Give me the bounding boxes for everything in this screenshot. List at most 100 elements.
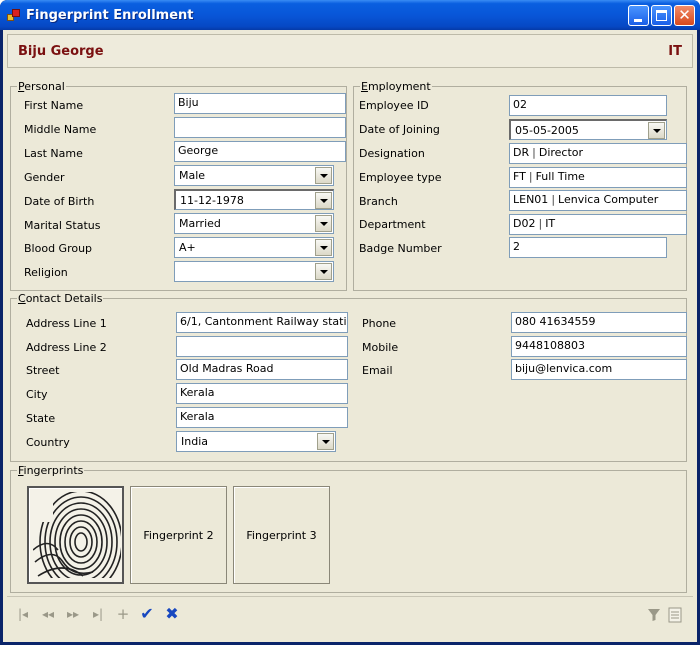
chevron-down-icon[interactable] xyxy=(315,215,332,232)
street-field[interactable]: Old Madras Road xyxy=(176,359,348,380)
contact-legend: Contact Details xyxy=(17,292,104,305)
employment-legend: Employment xyxy=(360,80,432,93)
date-of-joining-value: 05-05-2005 xyxy=(515,124,579,137)
state-label: State xyxy=(26,412,56,425)
mobile-field[interactable]: 9448108803 xyxy=(511,336,687,357)
cancel-record-button[interactable]: ✖ xyxy=(162,605,182,623)
middle-name-field[interactable] xyxy=(174,117,346,138)
country-value: India xyxy=(181,435,208,448)
app-icon xyxy=(7,9,21,22)
badge-number-field[interactable]: 2 xyxy=(509,237,667,258)
employment-group: Employment xyxy=(353,80,687,291)
department-name: IT xyxy=(545,217,556,230)
chevron-down-icon[interactable] xyxy=(315,167,332,184)
branch-code: LEN01 xyxy=(513,193,549,206)
document-icon[interactable] xyxy=(668,607,682,623)
employee-type-label: Employee type xyxy=(359,171,442,184)
fingerprints-group: Fingerprints Fingerprint 2 Fingerprint 3 xyxy=(10,464,687,593)
department-field[interactable]: D02 | IT xyxy=(509,214,687,235)
address-line-2-field[interactable] xyxy=(176,336,348,357)
chevron-down-icon[interactable] xyxy=(317,433,334,450)
maximize-icon xyxy=(656,10,667,21)
chevron-down-icon[interactable] xyxy=(315,192,332,209)
religion-label: Religion xyxy=(24,266,68,279)
email-field[interactable]: biju@lenvica.com xyxy=(511,359,687,380)
close-icon: ✕ xyxy=(678,6,691,24)
first-name-field[interactable]: Biju xyxy=(174,93,346,114)
employee-header: Biju George IT xyxy=(7,34,693,68)
date-of-birth-label: Date of Birth xyxy=(24,195,95,208)
phone-label: Phone xyxy=(362,317,397,330)
insert-record-button[interactable]: + xyxy=(113,605,133,623)
designation-name: Director xyxy=(538,146,584,159)
fingerprint-image xyxy=(33,492,121,578)
filter-icon[interactable] xyxy=(647,608,661,622)
minimize-icon xyxy=(634,19,642,22)
street-label: Street xyxy=(26,364,60,377)
employee-type-code: FT xyxy=(513,170,526,183)
country-label: Country xyxy=(26,436,70,449)
date-of-joining-label: Date of Joining xyxy=(359,123,440,136)
minimize-button[interactable] xyxy=(628,5,649,26)
app-window: Fingerprint Enrollment ✕ Biju George IT … xyxy=(0,0,700,645)
date-of-birth-picker[interactable]: 11-12-1978 xyxy=(174,189,334,210)
blood-group-select[interactable]: A+ xyxy=(174,237,334,258)
city-field[interactable]: Kerala xyxy=(176,383,348,404)
mobile-label: Mobile xyxy=(362,341,399,354)
fingerprint-2-label: Fingerprint 2 xyxy=(143,529,214,542)
badge-number-label: Badge Number xyxy=(359,242,442,255)
gender-label: Gender xyxy=(24,171,65,184)
fingerprints-legend: Fingerprints xyxy=(17,464,85,477)
maximize-button[interactable] xyxy=(651,5,672,26)
blood-group-value: A+ xyxy=(179,241,196,254)
last-name-field[interactable]: George xyxy=(174,141,346,162)
marital-status-select[interactable]: Married xyxy=(174,213,334,234)
employee-department-code: IT xyxy=(668,44,682,59)
address-line-1-field[interactable]: 6/1, Cantonment Railway station Roa xyxy=(176,312,348,333)
gender-value: Male xyxy=(179,169,206,182)
email-label: Email xyxy=(362,364,393,377)
department-label: Department xyxy=(359,218,426,231)
employee-name: Biju George xyxy=(18,44,104,59)
first-record-button[interactable]: |◂ xyxy=(13,605,33,623)
gender-select[interactable]: Male xyxy=(174,165,334,186)
designation-label: Designation xyxy=(359,147,425,160)
country-select[interactable]: India xyxy=(176,431,336,452)
branch-field[interactable]: LEN01 | Lenvica Computer xyxy=(509,190,687,211)
first-name-label: First Name xyxy=(24,99,84,112)
prior-record-button[interactable]: ◂◂ xyxy=(38,605,58,623)
middle-name-label: Middle Name xyxy=(24,123,97,136)
last-record-button[interactable]: ▸| xyxy=(88,605,108,623)
personal-legend: Personal xyxy=(17,80,66,93)
blood-group-label: Blood Group xyxy=(24,242,93,255)
window-title: Fingerprint Enrollment xyxy=(26,8,194,23)
chevron-down-icon[interactable] xyxy=(315,263,332,280)
marital-status-label: Marital Status xyxy=(24,219,101,232)
next-record-button[interactable]: ▸▸ xyxy=(63,605,83,623)
employee-id-field[interactable]: 02 xyxy=(509,95,667,116)
marital-status-value: Married xyxy=(179,217,221,230)
branch-name: Lenvica Computer xyxy=(558,193,659,206)
title-bar[interactable]: Fingerprint Enrollment ✕ xyxy=(0,0,700,30)
record-navigator: |◂ ◂◂ ▸▸ ▸| + ✔ ✖ xyxy=(7,596,693,636)
fingerprint-3-label: Fingerprint 3 xyxy=(246,529,317,542)
phone-field[interactable]: 080 41634559 xyxy=(511,312,687,333)
employee-type-name: Full Time xyxy=(535,170,585,183)
post-record-button[interactable]: ✔ xyxy=(137,605,157,623)
state-field[interactable]: Kerala xyxy=(176,407,348,428)
chevron-down-icon[interactable] xyxy=(315,239,332,256)
fingerprint-1-slot[interactable] xyxy=(27,486,124,584)
city-label: City xyxy=(26,388,48,401)
form-body: Biju George IT Personal First Name Biju … xyxy=(3,30,697,642)
employee-type-field[interactable]: FT | Full Time xyxy=(509,167,687,188)
address-line-2-label: Address Line 2 xyxy=(26,341,107,354)
chevron-down-icon[interactable] xyxy=(648,122,665,139)
fingerprint-2-slot[interactable]: Fingerprint 2 xyxy=(130,486,227,584)
last-name-label: Last Name xyxy=(24,147,83,160)
fingerprint-3-slot[interactable]: Fingerprint 3 xyxy=(233,486,330,584)
designation-code: DR xyxy=(513,146,530,159)
designation-field[interactable]: DR | Director xyxy=(509,143,687,164)
close-button[interactable]: ✕ xyxy=(674,5,695,26)
date-of-joining-picker[interactable]: 05-05-2005 xyxy=(509,119,667,140)
religion-select[interactable] xyxy=(174,261,334,282)
